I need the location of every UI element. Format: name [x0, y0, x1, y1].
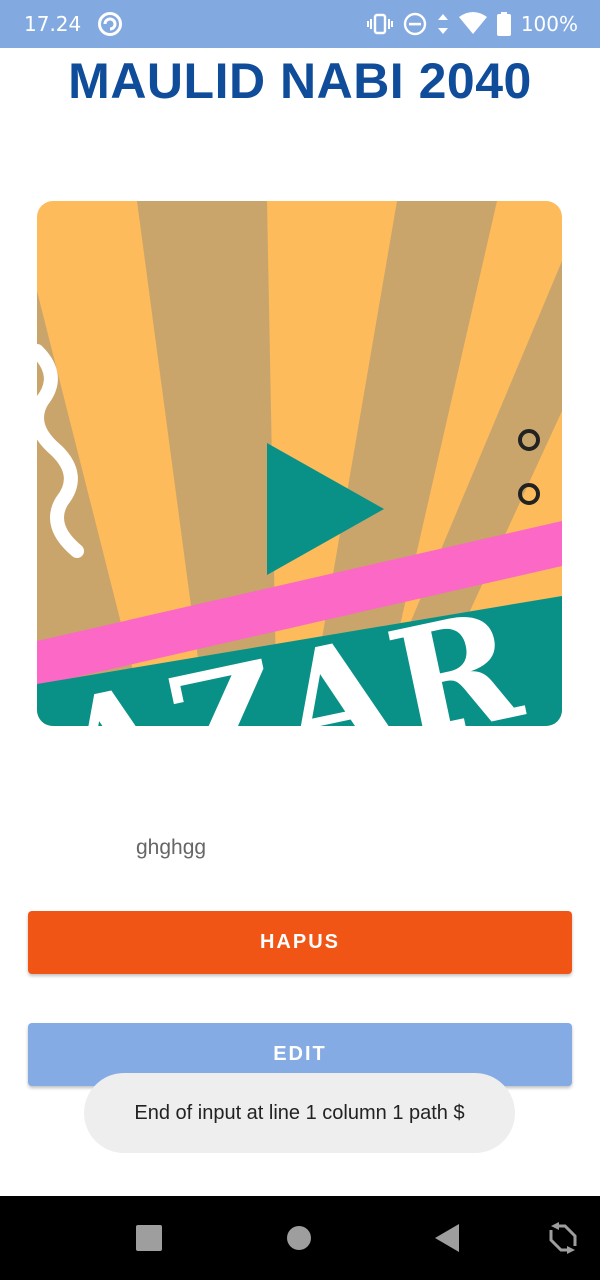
battery-percentage: 100% — [520, 12, 578, 36]
page-title: MAULID NABI 2040 — [68, 53, 532, 109]
home-icon[interactable] — [279, 1218, 319, 1258]
do-not-disturb-icon — [403, 12, 427, 36]
toast-message: End of input at line 1 column 1 path $ — [84, 1073, 515, 1153]
back-icon[interactable] — [429, 1218, 469, 1258]
wifi-icon — [458, 12, 487, 34]
vibrate-icon — [366, 13, 393, 35]
status-time: 17.24 — [24, 12, 82, 36]
data-arrows-icon — [437, 14, 448, 34]
poster-image: AZAR — [37, 201, 562, 726]
app-notification-icon — [98, 12, 122, 36]
rotate-icon[interactable] — [543, 1218, 583, 1258]
status-icons: 100% — [366, 10, 578, 38]
delete-button[interactable]: HAPUS — [28, 911, 572, 974]
navigation-bar — [0, 1196, 600, 1280]
recents-icon[interactable] — [129, 1218, 169, 1258]
battery-icon — [496, 12, 511, 36]
item-caption: ghghgg — [136, 836, 207, 859]
status-bar: 17.24 100% — [0, 0, 600, 48]
poster-artwork: AZAR — [37, 201, 562, 726]
